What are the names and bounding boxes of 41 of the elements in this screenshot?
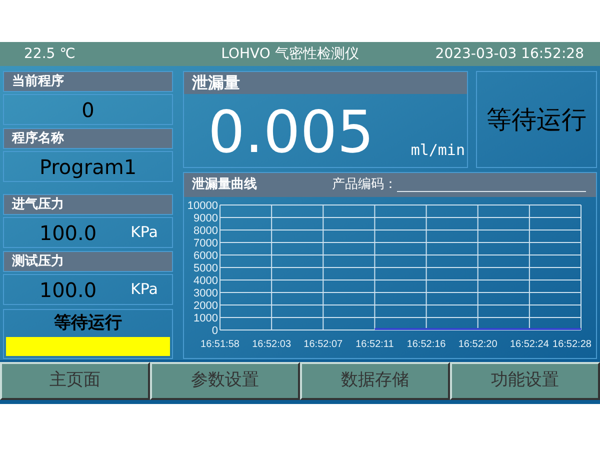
run-state-text: 等待运行 — [486, 104, 586, 136]
x-tick-label: 16:52:24 — [510, 339, 549, 350]
y-tick-label: 6000 — [194, 250, 218, 262]
y-tick-label: 2000 — [194, 300, 218, 312]
x-tick-label: 16:52:07 — [304, 339, 343, 350]
datetime-text: 2023-03-03 16:52:28 — [434, 44, 585, 64]
x-tick-label: 16:51:58 — [200, 339, 240, 350]
y-tick-label: 7000 — [194, 238, 218, 250]
x-tick-label: 16:52:03 — [252, 339, 292, 350]
nav-button[interactable]: 数据存储 — [300, 362, 450, 400]
temperature-text: 22.5 ℃ — [23, 44, 76, 64]
x-tick-label: 16:52:16 — [406, 339, 446, 350]
chart-title: 泄漏量曲线 — [192, 176, 258, 194]
y-tick-label: 1000 — [194, 312, 218, 324]
panel-label: 泄漏量 — [184, 72, 467, 94]
unit-text: KPa — [130, 279, 158, 300]
panel-label: 进气压力 — [3, 194, 173, 215]
panel-label: 当前程序 — [3, 71, 173, 92]
y-tick-label: 4000 — [194, 275, 218, 287]
y-tick-label: 5000 — [194, 262, 218, 274]
nav-button[interactable]: 主页面 — [0, 362, 150, 400]
leak-value: 0.005 — [208, 99, 374, 165]
value-text: Program1 — [39, 154, 137, 180]
nav-button[interactable]: 参数设置 — [150, 362, 300, 400]
nav-button[interactable]: 功能设置 — [450, 362, 600, 400]
x-tick-label: 16:52:11 — [356, 339, 394, 350]
y-tick-label: 3000 — [194, 288, 218, 300]
x-tick-label: 16:52:20 — [458, 339, 498, 350]
y-tick-label: 9000 — [194, 212, 218, 224]
y-tick-label: 8000 — [194, 225, 218, 237]
value-text: 0 — [82, 96, 94, 124]
unit-text: KPa — [130, 222, 158, 244]
status-text: 等待运行 — [53, 312, 123, 335]
y-tick-label: 0 — [212, 325, 218, 337]
panel-label: 程序名称 — [3, 128, 173, 149]
unit-text: ml/min — [410, 140, 466, 160]
product-code-label: 产品编码： — [332, 176, 397, 194]
panel-label: 测试压力 — [3, 251, 173, 272]
x-tick-label: 16:52:28 — [552, 339, 592, 350]
y-tick-label: 10000 — [187, 200, 218, 212]
window-title: LOHVO 气密性检测仪 — [220, 44, 360, 64]
